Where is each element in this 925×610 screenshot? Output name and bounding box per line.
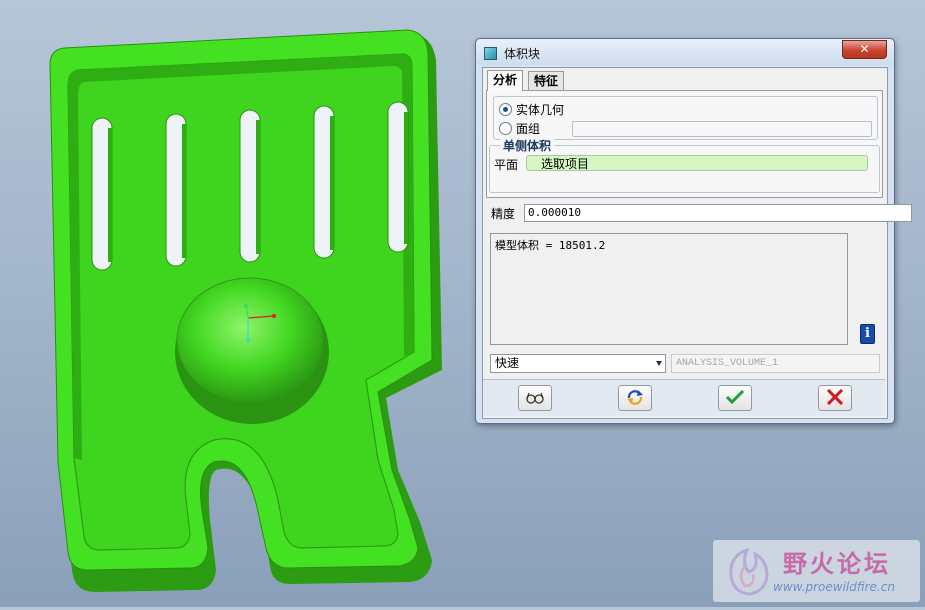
watermark-title: 野火论坛: [783, 550, 891, 578]
glasses-icon: [526, 392, 544, 404]
repeat-button[interactable]: [618, 385, 652, 411]
mode-select[interactable]: 快速: [490, 354, 666, 373]
result-text-area: 模型体积 = 18501.2: [490, 233, 848, 345]
ok-button[interactable]: [718, 385, 752, 411]
flame-logo-icon: [729, 547, 769, 596]
red-x-icon: [826, 389, 844, 405]
forum-watermark: 野火论坛 www.proewildfire.cn: [713, 540, 920, 602]
refresh-icon: [627, 390, 643, 405]
info-icon[interactable]: i: [860, 324, 875, 344]
accuracy-label: 精度: [491, 207, 516, 221]
dialog-button-row: [483, 379, 885, 416]
plane-label: 平面: [494, 158, 519, 172]
solid-geometry-radio[interactable]: [499, 103, 512, 116]
plane-selection-field[interactable]: 选取项目: [526, 155, 868, 171]
watermark-url: www.proewildfire.cn: [773, 580, 895, 594]
close-icon: ✕: [859, 42, 870, 56]
tab-analysis[interactable]: 分析: [487, 70, 524, 91]
one-sided-volume-group: 单侧体积 平面 选取项目: [489, 137, 880, 193]
solid-geometry-label[interactable]: 实体几何: [516, 101, 564, 118]
quilt-selection-field[interactable]: [572, 121, 872, 137]
one-sided-volume-legend[interactable]: 单侧体积: [500, 137, 555, 154]
analysis-name-input[interactable]: ANALYSIS_VOLUME_1: [671, 354, 880, 373]
app-icon: [484, 47, 497, 60]
dropdown-arrow-icon: [656, 361, 662, 366]
tab-feature[interactable]: 特征: [528, 71, 565, 90]
close-button[interactable]: ✕: [842, 40, 887, 59]
dialog-title: 体积块: [504, 47, 541, 61]
quilt-label[interactable]: 面组: [516, 120, 540, 137]
dialog-titlebar[interactable]: 体积块 ✕: [476, 39, 894, 65]
accuracy-input[interactable]: 0.000010: [524, 204, 912, 222]
analysis-tab-panel: 实体几何 面组 单侧体积 平面 选取项目: [486, 90, 883, 198]
checkmark-icon: [725, 389, 745, 405]
geometry-group: 实体几何 面组: [493, 96, 878, 140]
quilt-radio[interactable]: [499, 122, 512, 135]
cancel-button[interactable]: [818, 385, 852, 411]
preview-button[interactable]: [518, 385, 552, 411]
volume-dialog: 体积块 ✕ 分析 特征 实体几何 面组 单侧体积 平面 选取项目 精度 0.00…: [475, 38, 912, 424]
mode-select-value: 快速: [495, 356, 520, 370]
dialog-body: 分析 特征 实体几何 面组 单侧体积 平面 选取项目 精度 0.000010 模…: [482, 67, 912, 419]
